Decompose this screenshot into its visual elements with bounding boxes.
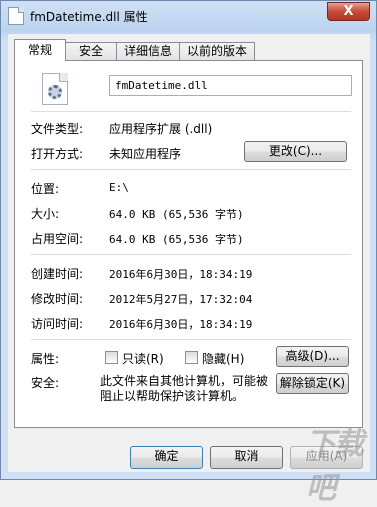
created-value: 2016年6月30日，18:34:19 bbox=[109, 268, 253, 281]
file-name-field[interactable]: fmDatetime.dll bbox=[109, 75, 352, 96]
dll-gear-icon bbox=[48, 85, 62, 99]
cancel-button[interactable]: 取消 bbox=[210, 446, 283, 469]
close-button[interactable]: X bbox=[327, 2, 370, 21]
close-icon: X bbox=[343, 4, 354, 19]
modified-value: 2012年5月27日，17:32:04 bbox=[109, 293, 253, 306]
security-message: 此文件来自其他计算机，可能被阻止以帮助保护该计算机。 bbox=[100, 374, 269, 403]
modified-label: 修改时间: bbox=[31, 292, 84, 306]
tab-strip: 常规 安全 详细信息 以前的版本 bbox=[14, 39, 364, 61]
size-on-disk-label: 占用空间: bbox=[31, 232, 84, 246]
advanced-button[interactable]: 高级(D)... bbox=[276, 346, 349, 367]
size-value: 64.0 KB (65,536 字节) bbox=[109, 208, 244, 221]
tab-security[interactable]: 安全 bbox=[65, 42, 117, 60]
location-value: E:\ bbox=[109, 181, 129, 194]
tab-previous-versions[interactable]: 以前的版本 bbox=[179, 42, 255, 60]
window-title: fmDatetime.dll 属性 bbox=[30, 10, 148, 24]
attributes-label: 属性: bbox=[31, 352, 60, 366]
ok-button[interactable]: 确定 bbox=[130, 446, 203, 469]
readonly-checkbox[interactable] bbox=[105, 351, 118, 364]
size-on-disk-value: 64.0 KB (65,536 字节) bbox=[109, 233, 244, 246]
tab-details[interactable]: 详细信息 bbox=[116, 42, 180, 60]
separator bbox=[31, 254, 351, 255]
file-icon bbox=[42, 73, 68, 105]
properties-window: fmDatetime.dll 属性 X 常规 安全 详细信息 以前的版本 fmD… bbox=[0, 0, 377, 506]
watermark: 下载吧 bbox=[306, 427, 364, 506]
created-label: 创建时间: bbox=[31, 267, 84, 281]
general-panel: fmDatetime.dll 文件类型: 应用程序扩展 (.dll) 打开方式:… bbox=[14, 60, 363, 428]
separator bbox=[31, 339, 351, 340]
location-label: 位置: bbox=[31, 182, 60, 196]
separator bbox=[31, 169, 351, 170]
open-with-value: 未知应用程序 bbox=[109, 147, 182, 161]
hidden-checkbox[interactable] bbox=[185, 351, 198, 364]
unblock-button[interactable]: 解除锁定(K) bbox=[276, 373, 349, 394]
accessed-value: 2016年6月30日，18:34:19 bbox=[109, 318, 253, 331]
security-label: 安全: bbox=[31, 376, 60, 390]
open-with-label: 打开方式: bbox=[31, 147, 84, 161]
separator bbox=[31, 111, 351, 112]
file-type-label: 文件类型: bbox=[31, 122, 84, 136]
file-type-value: 应用程序扩展 (.dll) bbox=[109, 122, 213, 136]
dialog-client: 常规 安全 详细信息 以前的版本 fmDatetime.dll 文件类型: 应用… bbox=[8, 34, 370, 472]
readonly-label[interactable]: 只读(R) bbox=[122, 350, 164, 367]
tab-general[interactable]: 常规 bbox=[14, 39, 66, 61]
change-button[interactable]: 更改(C)... bbox=[244, 141, 347, 162]
accessed-label: 访问时间: bbox=[31, 317, 84, 331]
title-bar[interactable]: fmDatetime.dll 属性 X bbox=[1, 1, 376, 31]
size-label: 大小: bbox=[31, 207, 60, 221]
title-file-icon bbox=[8, 7, 24, 25]
hidden-label[interactable]: 隐藏(H) bbox=[202, 350, 244, 367]
